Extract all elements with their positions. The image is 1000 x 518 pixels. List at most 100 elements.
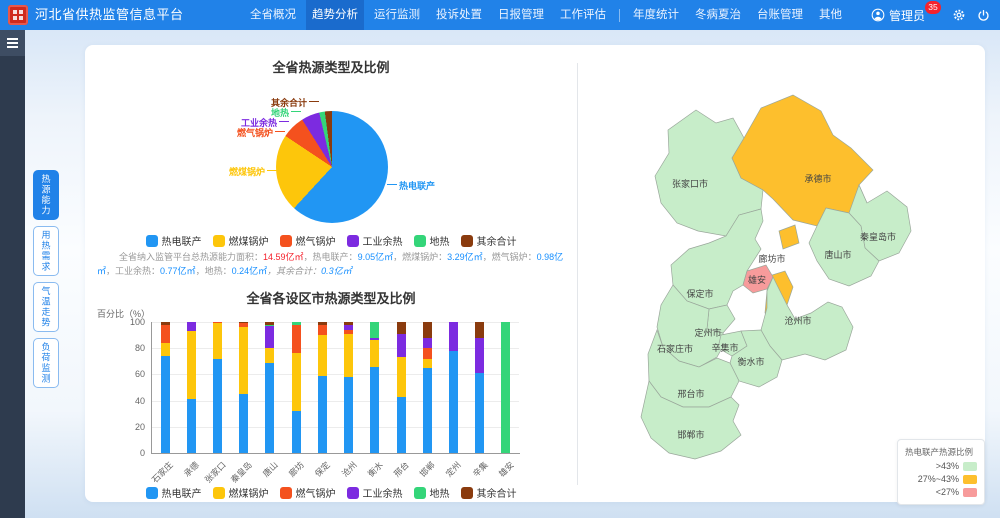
bar-沧州-其余合计: [344, 322, 353, 325]
legend-item-工业余热[interactable]: 工业余热: [347, 233, 403, 248]
legend-item-其余合计[interactable]: 其余合计: [461, 485, 517, 500]
legend-item-燃气锅炉[interactable]: 燃气锅炉: [280, 485, 336, 500]
bar-chart-legend: 热电联产燃煤锅炉燃气锅炉 工业余热 地热其余合计: [85, 485, 577, 500]
summary-value: 9.05亿㎡: [358, 252, 394, 262]
legend-item-燃煤锅炉[interactable]: 燃煤锅炉: [213, 485, 269, 500]
map-label-廊坊市: 廊坊市: [758, 253, 785, 264]
nav-item-台账管理[interactable]: 台账管理: [751, 0, 809, 30]
y-tick-100: 100: [115, 317, 145, 327]
legend-item-工业余热[interactable]: 工业余热: [347, 485, 403, 500]
bar-唐山-地热: [265, 325, 274, 326]
legend-label: 工业余热: [363, 233, 403, 248]
power-logout-icon[interactable]: [977, 9, 990, 22]
column-divider: [577, 63, 578, 485]
hebei-province-map[interactable]: 张家口市承德市秦皇岛市唐山市廊坊市保定市雄安定州市沧州市石家庄市辛集市衡水市邢台…: [620, 90, 950, 480]
bar-石家庄-其余合计: [161, 322, 170, 325]
bar-保定-燃气锅炉: [318, 325, 327, 335]
map-legend-item-27%~43%[interactable]: 27%~43%: [905, 474, 977, 484]
nav-item-其他[interactable]: 其他: [813, 0, 848, 30]
bar-保定-热电联产: [318, 376, 327, 453]
legend-swatch: [414, 235, 426, 247]
settings-gear-icon[interactable]: [952, 8, 966, 22]
legend-item-燃煤锅炉[interactable]: 燃煤锅炉: [213, 233, 269, 248]
summary-value: 0.3亿㎡: [321, 266, 352, 276]
bar-廊坊-地热: [292, 322, 301, 325]
legend-swatch: [280, 235, 292, 247]
bar-张家口-燃气锅炉: [213, 322, 222, 323]
map-legend-item->43%[interactable]: >43%: [905, 461, 977, 471]
summary-value: 0.24亿㎡: [232, 266, 268, 276]
bar-衡水-燃煤锅炉: [370, 340, 379, 366]
legend-swatch: [347, 487, 359, 499]
bar-雄安-地热: [501, 322, 510, 453]
bar-辛集-热电联产: [475, 373, 484, 453]
legend-label: 热电联产: [162, 485, 202, 500]
summary-label: 全省纳入监管平台总热源能力面积：: [119, 252, 263, 262]
map-region-沧州市[interactable]: [761, 277, 853, 360]
bar-张家口-热电联产: [213, 359, 222, 453]
map-legend-item-<27%[interactable]: <27%: [905, 487, 977, 497]
pie-label-其余合计: 其余合计: [257, 96, 319, 109]
legend-swatch: [280, 487, 292, 499]
bar-邢台-其余合计: [397, 322, 406, 334]
nav-item-全省概况[interactable]: 全省概况: [244, 0, 302, 30]
summary-value: 14.59亿㎡: [263, 252, 304, 262]
map-legend-label: <27%: [936, 487, 959, 497]
legend-item-热电联产[interactable]: 热电联产: [146, 485, 202, 500]
nav-item-趋势分析[interactable]: 趋势分析: [306, 0, 364, 30]
map-legend-label: 27%~43%: [918, 474, 959, 484]
summary-label: ，其余合计：: [267, 266, 321, 276]
bar-秦皇岛-燃气锅炉: [239, 323, 248, 327]
bar-石家庄-燃煤锅炉: [161, 343, 170, 356]
legend-swatch: [347, 235, 359, 247]
nav-item-年度统计[interactable]: 年度统计: [627, 0, 685, 30]
legend-swatch: [213, 487, 225, 499]
map-legend-title: 热电联产热源比例: [905, 446, 977, 458]
summary-label: ，工业余热：: [106, 266, 160, 276]
y-tick-0: 0: [115, 448, 145, 458]
side-tab-用热需求[interactable]: 用热需求: [33, 226, 59, 276]
legend-swatch: [146, 235, 158, 247]
bar-唐山-其余合计: [265, 322, 274, 325]
legend-item-热电联产[interactable]: 热电联产: [146, 233, 202, 248]
user-menu[interactable]: 管理员 35: [871, 7, 925, 24]
legend-item-燃气锅炉[interactable]: 燃气锅炉: [280, 233, 336, 248]
main-nav-menu: 全省概况趋势分析运行监测投诉处置日报管理工作评估年度统计冬病夏治台账管理其他: [242, 0, 850, 30]
nav-item-工作评估[interactable]: 工作评估: [554, 0, 612, 30]
side-tab-负荷监测[interactable]: 负荷监测: [33, 338, 59, 388]
map-region-定州市[interactable]: [707, 305, 735, 333]
bar-邢台-热电联产: [397, 397, 406, 453]
bar-秦皇岛-燃煤锅炉: [239, 327, 248, 394]
bar-辛集-工业余热: [475, 338, 484, 373]
notification-badge: 35: [925, 1, 941, 14]
legend-label: 其余合计: [477, 233, 517, 248]
top-navbar: 河北省供热监管信息平台 全省概况趋势分析运行监测投诉处置日报管理工作评估年度统计…: [0, 0, 1000, 30]
sidebar-collapse-button[interactable]: [0, 30, 25, 56]
nav-item-运行监测[interactable]: 运行监测: [368, 0, 426, 30]
legend-label: 工业余热: [363, 485, 403, 500]
bar-衡水-热电联产: [370, 367, 379, 453]
bar-承德-燃煤锅炉: [187, 331, 196, 399]
map-legend-swatch: [963, 475, 977, 484]
nav-item-冬病夏治[interactable]: 冬病夏治: [689, 0, 747, 30]
bar-秦皇岛-热电联产: [239, 394, 248, 453]
y-tick-20: 20: [115, 422, 145, 432]
nav-item-日报管理[interactable]: 日报管理: [492, 0, 550, 30]
legend-label: 热电联产: [162, 233, 202, 248]
nav-menu-divider: [619, 9, 620, 22]
bar-沧州-热电联产: [344, 377, 353, 453]
legend-item-地热[interactable]: 地热: [414, 233, 450, 248]
side-tab-热源能力[interactable]: 热源能力: [33, 170, 59, 220]
bar-沧州-工业余热: [344, 325, 353, 330]
bar-邢台-燃煤锅炉: [397, 357, 406, 396]
bar-邯郸-其余合计: [423, 322, 432, 338]
legend-item-其余合计[interactable]: 其余合计: [461, 233, 517, 248]
legend-item-地热[interactable]: 地热: [414, 485, 450, 500]
heat-source-pie-chart[interactable]: [276, 111, 388, 223]
nav-item-投诉处置[interactable]: 投诉处置: [430, 0, 488, 30]
legend-label: 地热: [430, 485, 450, 500]
legend-swatch: [461, 235, 473, 247]
bar-唐山-热电联产: [265, 363, 274, 453]
legend-label: 燃气锅炉: [296, 233, 336, 248]
side-tab-气温走势[interactable]: 气温走势: [33, 282, 59, 332]
